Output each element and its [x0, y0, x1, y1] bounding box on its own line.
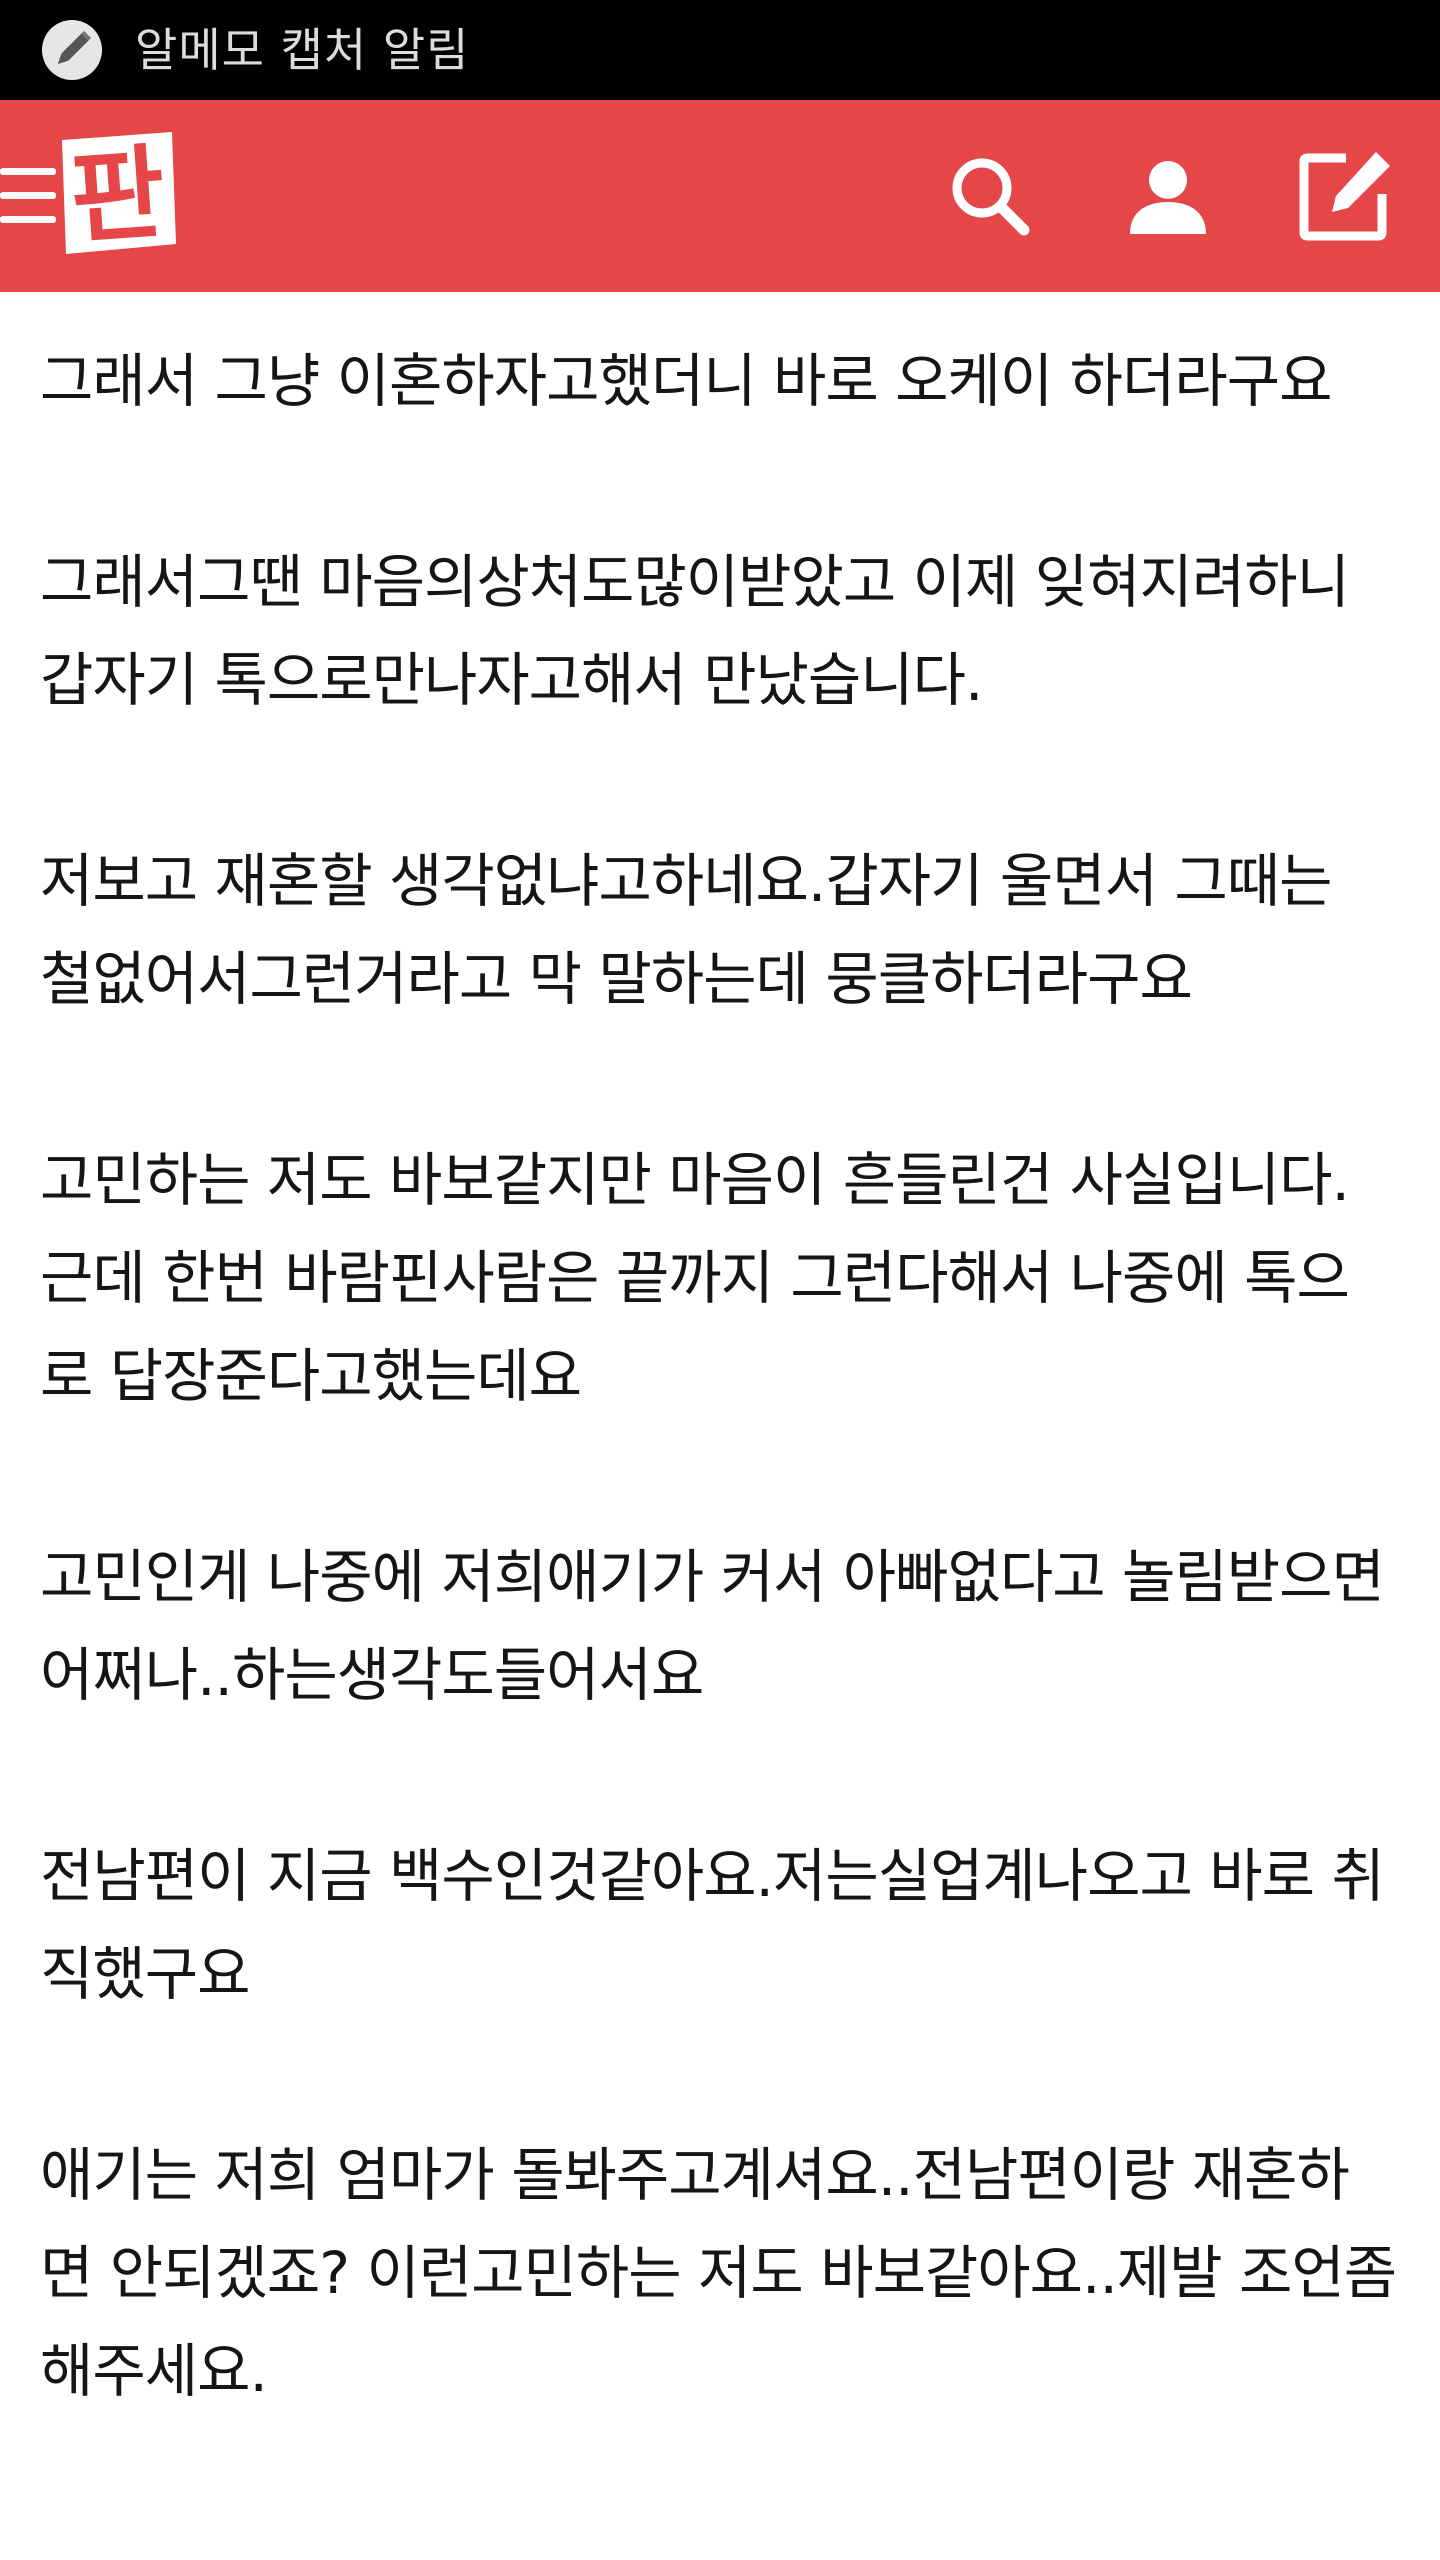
logo[interactable]: 판 — [52, 124, 180, 264]
write-button[interactable] — [1294, 146, 1394, 246]
paragraph-7: 애기는 저희 엄마가 돌봐주고계셔요..전남편이랑 재혼하면 안되겠죠? 이런고… — [40, 2141, 1397, 2405]
notification-text: 알메모 캡처 알림 — [135, 23, 470, 77]
search-button[interactable] — [940, 146, 1040, 246]
paragraph-6: 전남편이 지금 백수인것같아요.저는실업계나오고 바로 취직했구요 — [40, 1842, 1385, 2008]
article-body: 그래서 그냥 이혼하자고했더니 바로 오케이 하더라구요 그래서그땐 마음의상처… — [0, 292, 1440, 2420]
app-header: 판 — [0, 100, 1440, 292]
user-icon — [1130, 161, 1206, 234]
search-icon — [952, 158, 1030, 236]
status-bar: 알메모 캡처 알림 — [0, 0, 1440, 100]
edit-icon — [1299, 152, 1390, 241]
paragraph-3: 저보고 재혼할 생각없냐고하네요.갑자기 울면서 그때는 철없어서그런거라고 막… — [40, 847, 1332, 1013]
paragraph-1: 그래서 그냥 이혼하자고했더니 바로 오케이 하더라구요 — [40, 347, 1332, 415]
user-button[interactable] — [1118, 146, 1218, 246]
paragraph-4: 고민하는 저도 바보같지만 마음이 흔들린건 사실입니다.근데 한번 바람핀사람… — [40, 1146, 1350, 1410]
paragraph-2: 그래서그땐 마음의상처도많이받았고 이제 잊혀지려하니 갑자기 톡으로만나자고해… — [40, 548, 1350, 714]
paragraph-5: 고민인게 나중에 저희애기가 커서 아빠없다고 놀림받으면 어쩌나..하는생각도… — [40, 1543, 1385, 1709]
pencil-icon — [42, 20, 102, 80]
logo-text: 판 — [67, 134, 165, 259]
